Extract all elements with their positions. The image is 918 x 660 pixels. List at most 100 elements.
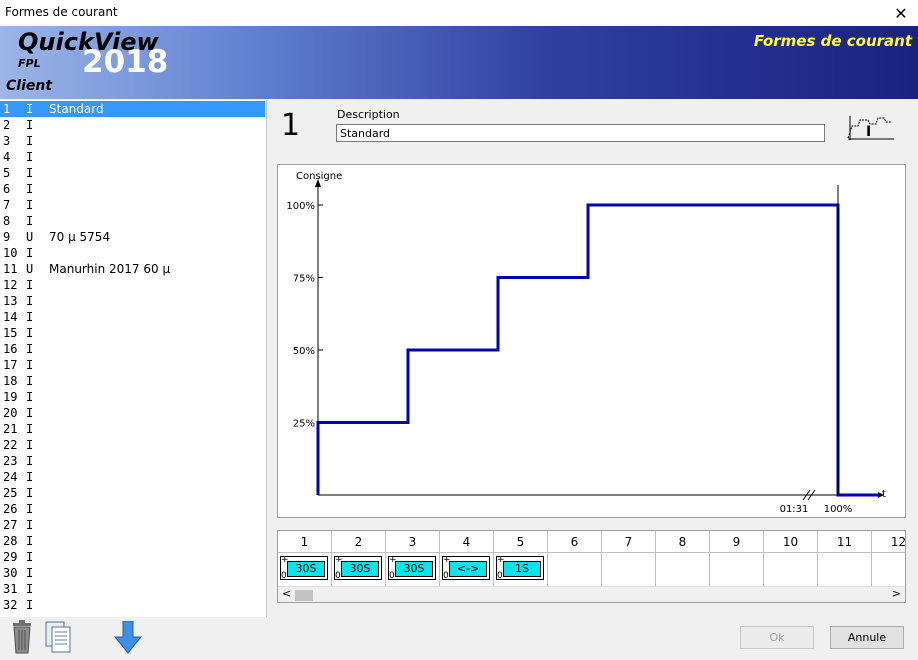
list-item[interactable]: 24 I	[0, 469, 265, 485]
list-item[interactable]: 8I	[0, 213, 265, 229]
cancel-button[interactable]: Annule	[830, 626, 904, 649]
x-tick-label: 01:31	[780, 504, 809, 515]
list-item-type: I	[26, 534, 34, 548]
current-waveform-icon[interactable]: I	[846, 112, 896, 142]
list-item[interactable]: 23 I	[0, 453, 265, 469]
list-item[interactable]: 26 I	[0, 501, 265, 517]
waveform-list[interactable]: 1 I Standard 2 I 3 I 4 I 5 I 6 I 7 I 8 I 9 U 70 µ 5754 10 I 11…	[0, 100, 267, 617]
step-duration-label: 30S	[287, 561, 325, 577]
list-item-number: 1	[3, 102, 11, 116]
list-item-type: I	[26, 374, 34, 388]
step-cell[interactable]	[872, 553, 905, 586]
list-item[interactable]: 17 I	[0, 357, 265, 373]
scroll-right-icon[interactable]: >	[892, 587, 901, 600]
list-item[interactable]: 27 I	[0, 517, 265, 533]
step-block[interactable]: + <-> 0	[442, 555, 490, 581]
list-item-number: 11	[3, 262, 18, 276]
list-item[interactable]: 18 I	[0, 373, 265, 389]
list-item[interactable]: 5I	[0, 165, 265, 181]
step-cell[interactable]: +30S 0	[278, 553, 332, 586]
list-item-number: 17	[3, 358, 18, 372]
list-item-type: I	[26, 358, 34, 372]
step-cell[interactable]	[602, 553, 656, 586]
list-item-type: I	[26, 454, 34, 468]
step-cell[interactable]: + <-> 0	[440, 553, 494, 586]
step-column-header[interactable]: 7	[602, 531, 656, 553]
step-block[interactable]: +1S 0	[496, 555, 544, 581]
list-item-number: 15	[3, 326, 18, 340]
list-item[interactable]: 14 I	[0, 309, 265, 325]
step-column-header[interactable]: 6	[548, 531, 602, 553]
step-cell[interactable]	[764, 553, 818, 586]
horizontal-scrollbar[interactable]: < >	[278, 586, 905, 602]
step-block[interactable]: +30S 0	[388, 555, 436, 581]
list-item[interactable]: 2I	[0, 117, 265, 133]
steps-grid[interactable]: 1 +30S 0 2 +30S 0 3 +30S 0 4 + <-> 0 5 +1S 0 6 7 8 9 10 11 12 …	[277, 530, 906, 603]
window-title: Formes de courant	[5, 5, 118, 19]
step-cell[interactable]	[548, 553, 602, 586]
list-item[interactable]: 1 I Standard	[0, 101, 265, 117]
list-item[interactable]: 20 I	[0, 405, 265, 421]
close-icon[interactable]: ✕	[884, 0, 918, 26]
step-column-header[interactable]: 8	[656, 531, 710, 553]
list-item[interactable]: 6I	[0, 181, 265, 197]
step-column-header[interactable]: 2	[332, 531, 386, 553]
list-item-number: 29	[3, 550, 18, 564]
step-cell[interactable]	[818, 553, 872, 586]
scrollbar-thumb[interactable]	[295, 590, 313, 601]
step-column-header[interactable]: 3	[386, 531, 440, 553]
step-cell[interactable]: +1S 0	[494, 553, 548, 586]
list-item[interactable]: 12 I	[0, 277, 265, 293]
step-column-header[interactable]: 5	[494, 531, 548, 553]
list-item-number: 27	[3, 518, 18, 532]
step-cell[interactable]: +30S 0	[386, 553, 440, 586]
list-item-description: Manurhin 2017 60 µ	[49, 262, 171, 276]
step-column-header[interactable]: 10	[764, 531, 818, 553]
list-item[interactable]: 22 I	[0, 437, 265, 453]
list-item[interactable]: 15 I	[0, 325, 265, 341]
waveform-chart: Consigne t 25% 50% 75% 100% 01:31 100%	[277, 164, 906, 518]
list-item[interactable]: 19 I	[0, 389, 265, 405]
list-item-type: U	[26, 230, 34, 244]
list-item[interactable]: 4I	[0, 149, 265, 165]
app-year: 2018	[82, 44, 169, 80]
list-item[interactable]: 31 I	[0, 581, 265, 597]
step-cell[interactable]	[656, 553, 710, 586]
list-item[interactable]: 16 I	[0, 341, 265, 357]
list-item[interactable]: 32 I	[0, 597, 265, 613]
list-item[interactable]: 3I	[0, 133, 265, 149]
step-zero-marker: 0	[497, 571, 503, 581]
copy-icon[interactable]	[44, 621, 72, 653]
waveform-line	[316, 203, 878, 497]
list-item[interactable]: 30 I	[0, 565, 265, 581]
description-field[interactable]	[336, 124, 825, 142]
arrow-down-icon[interactable]	[113, 620, 143, 654]
list-item[interactable]: 10 I	[0, 245, 265, 261]
list-item[interactable]: 29 I	[0, 549, 265, 565]
step-block[interactable]: +30S 0	[280, 555, 328, 581]
step-column-header[interactable]: 9	[710, 531, 764, 553]
list-item[interactable]: 28 I	[0, 533, 265, 549]
list-item[interactable]: 7I	[0, 197, 265, 213]
step-cell[interactable]: +30S 0	[332, 553, 386, 586]
trash-icon[interactable]	[10, 620, 34, 654]
step-cell[interactable]	[710, 553, 764, 586]
step-column-header[interactable]: 1	[278, 531, 332, 553]
step-column-header[interactable]: 4	[440, 531, 494, 553]
step-block[interactable]: +30S 0	[334, 555, 382, 581]
list-item[interactable]: 11 U Manurhin 2017 60 µ	[0, 261, 265, 277]
list-item-type: I	[26, 406, 34, 420]
list-item-type: I	[26, 342, 34, 356]
list-item[interactable]: 9 U 70 µ 5754	[0, 229, 265, 245]
list-item[interactable]: 21 I	[0, 421, 265, 437]
scroll-left-icon[interactable]: <	[282, 587, 291, 600]
list-item-number: 2	[3, 118, 11, 132]
ok-button[interactable]: Ok	[740, 626, 814, 649]
step-column-header[interactable]: 11	[818, 531, 872, 553]
app-banner: QuickView 2018 FPL Client Formes de cour…	[0, 26, 918, 99]
step-zero-marker: 0	[389, 571, 395, 581]
list-item[interactable]: 13 I	[0, 293, 265, 309]
step-column-header[interactable]: 12	[872, 531, 905, 553]
list-item-type: I	[26, 278, 34, 292]
list-item[interactable]: 25 I	[0, 485, 265, 501]
